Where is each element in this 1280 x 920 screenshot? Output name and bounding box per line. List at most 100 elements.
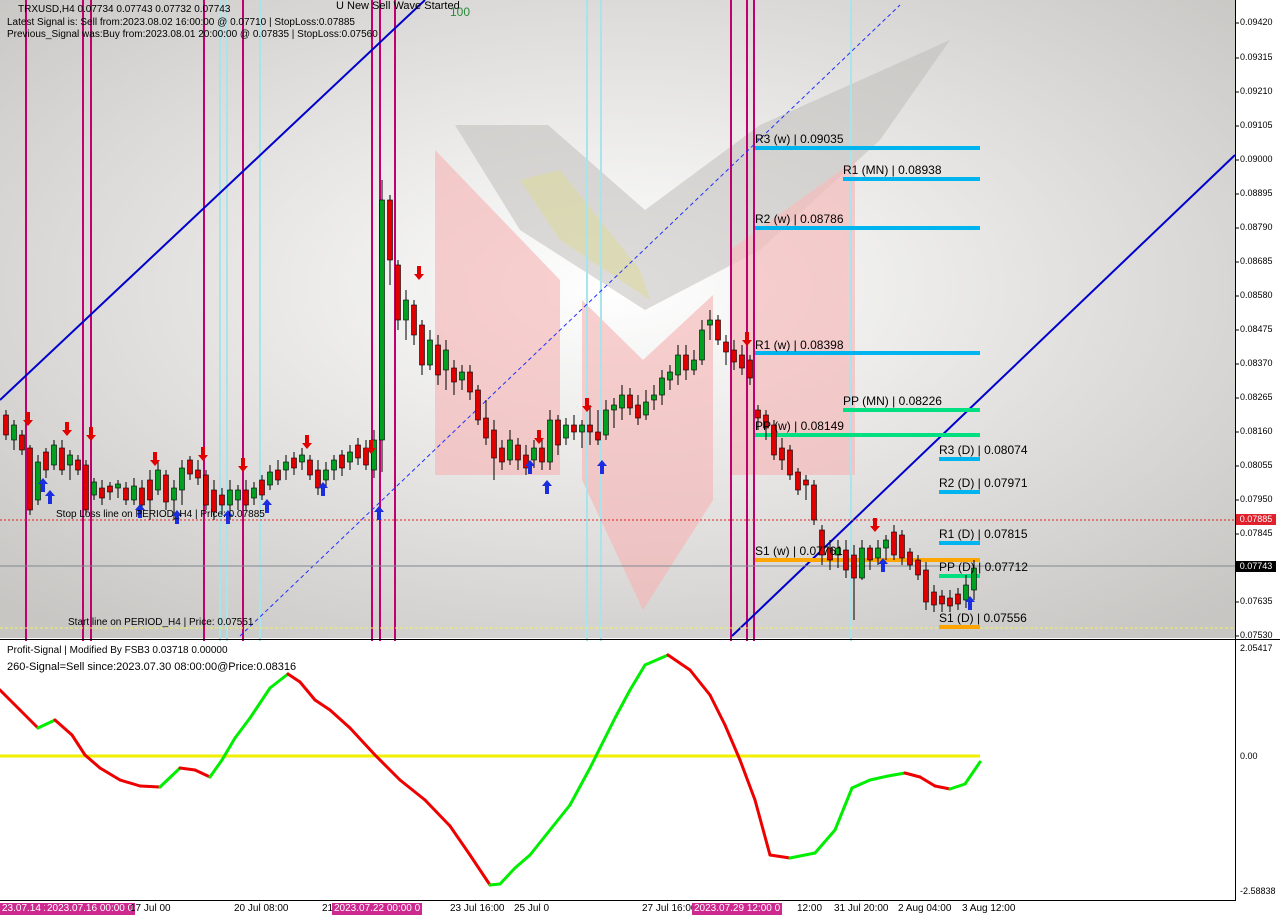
price-axis-label: 0.09420 [1240, 17, 1273, 27]
candle-bull [403, 299, 409, 321]
pivot-label-r1mn: R1 (MN) | 0.08938 [843, 163, 942, 177]
time-axis-label: 2 Aug 04:00 [898, 903, 952, 914]
candle-bear [195, 469, 201, 479]
pivot-label-r3d: R3 (D) | 0.08074 [939, 443, 1028, 457]
candle-bear [891, 531, 897, 556]
candle-bull [299, 454, 305, 463]
candle-bull [603, 409, 609, 436]
candle-bull [659, 377, 665, 396]
candle-bear [411, 304, 417, 336]
candle-bull [675, 354, 681, 376]
time-axis-highlight: 23.07.14 2 [0, 903, 52, 915]
candle-bear [739, 354, 745, 369]
candle-bear [315, 469, 321, 489]
candle-bull [427, 339, 433, 366]
candle-bear [907, 551, 913, 566]
price-axis-label: 0.09210 [1240, 86, 1273, 96]
stop-loss-label: Stop Loss line on PERIOD_H4 | Price: 0.0… [56, 509, 265, 520]
candle-bull [651, 394, 657, 401]
candle-bull [131, 485, 137, 501]
candle-bull [235, 489, 241, 501]
candle-bear [747, 359, 753, 379]
candle-bull [91, 481, 97, 496]
candle-bear [275, 469, 281, 481]
candle-bear [683, 354, 689, 371]
candle-bear [915, 559, 921, 576]
candle-bear [307, 459, 313, 476]
candle-bear [107, 485, 113, 493]
candle-bear [571, 424, 577, 433]
price-axis-label: 0.08895 [1240, 188, 1273, 198]
candle-bear [939, 595, 945, 605]
candle-bear [339, 454, 345, 469]
time-axis-label: 23 Jul 16:00 [450, 903, 505, 914]
candle-bear [787, 449, 793, 476]
candle-bear [43, 451, 49, 471]
price-axis-label: 0.08370 [1240, 358, 1273, 368]
chart-window[interactable]: TRXUSD,H4 0.07734 0.07743 0.07732 0.0774… [0, 0, 1280, 920]
candle-bear [955, 593, 961, 605]
time-axis-label: 27 Jul 16:00 [642, 903, 697, 914]
candle-bear [635, 404, 641, 419]
symbol-line: TRXUSD,H4 0.07734 0.07743 0.07732 0.0774… [18, 4, 231, 15]
candle-bear [499, 447, 505, 463]
time-axis-label: 17 Jul 00 [130, 903, 171, 914]
price-axis-label: 0.08160 [1240, 426, 1273, 436]
candle-bull [531, 447, 537, 461]
candle-bull [283, 461, 289, 471]
indicator-axis-zero: 0.00 [1240, 751, 1258, 761]
time-axis-label: 25 Jul 0 [514, 903, 550, 914]
candle-bull [51, 444, 57, 466]
pivot-label-s1w: S1 (w) | 0.07761 [755, 544, 843, 558]
candle-bear [811, 484, 817, 521]
price-axis-label: 0.08475 [1240, 324, 1273, 334]
pivot-label-ppw: PP (w) | 0.08149 [755, 419, 844, 433]
candle-bear [59, 447, 65, 471]
time-axis-label: 31 Jul 20:00 [834, 903, 889, 914]
latest-signal-text: Latest Signal is: Sell from:2023.08.02 1… [7, 17, 355, 28]
candle-bull [347, 451, 353, 463]
pivot-label-r1d: R1 (D) | 0.07815 [939, 527, 1028, 541]
top-number: 100 [450, 5, 471, 19]
candle-bull [115, 483, 121, 489]
current-price-badge: 0.07743 [1236, 561, 1276, 572]
candle-bear [723, 341, 729, 353]
candle-bear [435, 344, 441, 376]
candle-bear [219, 494, 225, 506]
candle-bull [667, 371, 673, 381]
candle-bear [555, 419, 561, 446]
price-chart[interactable] [0, 0, 1280, 920]
candle-bear [163, 474, 169, 503]
new-wave-notice: U New Sell Wave Started [336, 0, 460, 12]
candle-bull [251, 487, 257, 499]
candle-bull [691, 359, 697, 371]
candle-bear [523, 454, 529, 469]
candle-bull [67, 454, 73, 466]
candle-bull [227, 489, 233, 506]
candle-bull [443, 349, 449, 371]
candle-bull [35, 461, 41, 501]
candle-bear [27, 447, 33, 511]
time-axis-highlight: 2023.07.16 00:00 0 [45, 903, 136, 915]
price-axis-label: 0.08790 [1240, 222, 1273, 232]
candle-bear [731, 349, 737, 363]
pivot-label-r1w: R1 (w) | 0.08398 [755, 338, 844, 352]
time-axis-label: 20 Jul 08:00 [234, 903, 289, 914]
candle-bear [539, 447, 545, 463]
time-axis-label: 3 Aug 12:00 [962, 903, 1016, 914]
candle-bull [379, 199, 385, 441]
candle-bull [155, 469, 161, 491]
candle-bear [139, 487, 145, 506]
candle-bull [883, 539, 889, 549]
previous-signal-text: Previous_Signal was:Buy from:2023.08.01 … [7, 29, 378, 40]
candle-bear [843, 549, 849, 571]
candle-bear [451, 367, 457, 383]
candle-bear [243, 489, 249, 506]
candle-bear [947, 597, 953, 607]
candle-bull [179, 467, 185, 491]
candle-bear [755, 409, 761, 419]
candle-bear [147, 479, 153, 501]
candle-bear [99, 487, 105, 499]
pivot-label-r3w: R3 (w) | 0.09035 [755, 132, 844, 146]
candle-bear [83, 464, 89, 511]
